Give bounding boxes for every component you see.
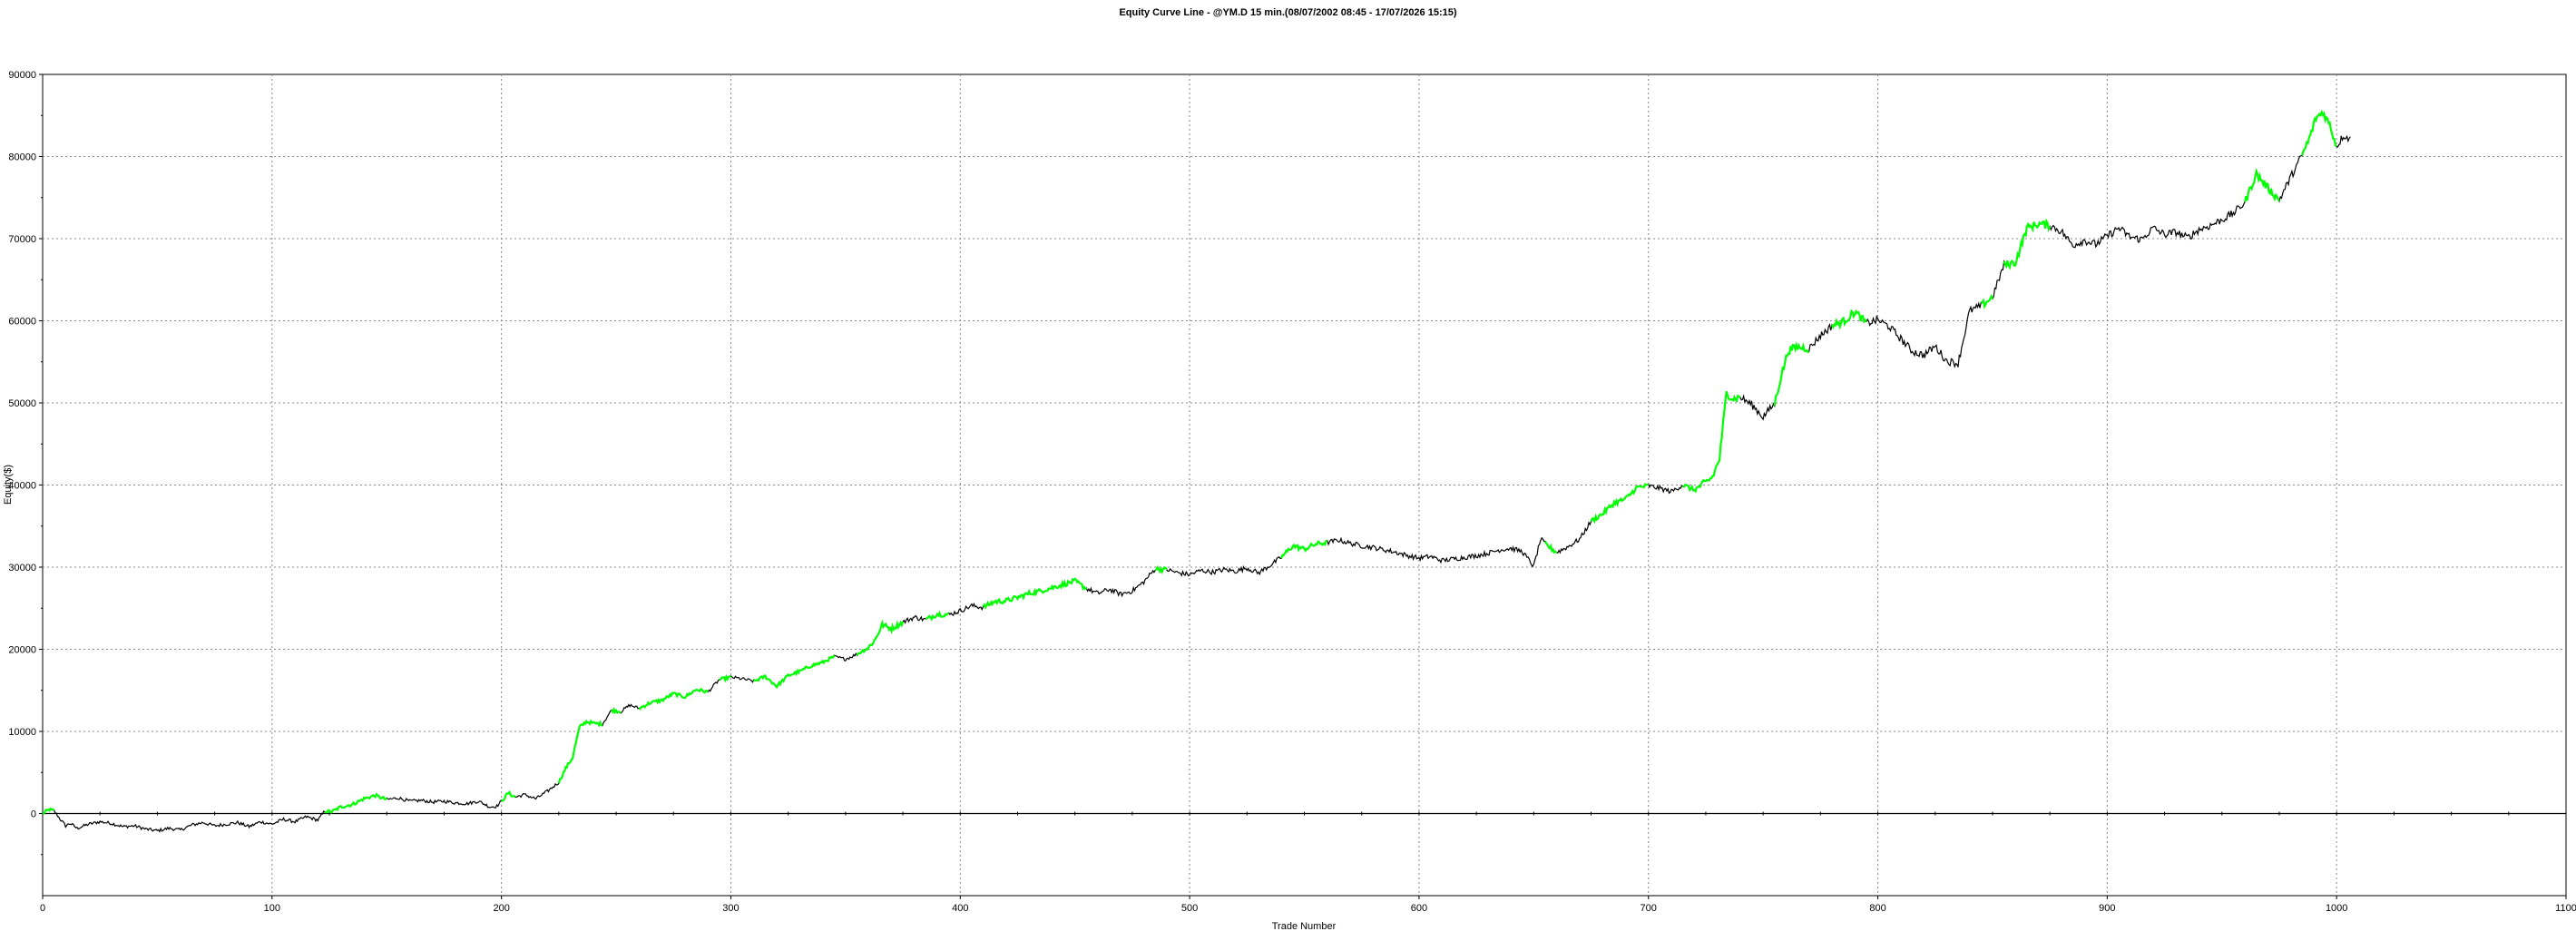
x-tick-label: 600 xyxy=(1411,903,1427,914)
y-tick-label: 20000 xyxy=(8,645,36,656)
x-tick-label: 200 xyxy=(493,903,509,914)
x-tick-label: 400 xyxy=(952,903,968,914)
x-tick-label: 300 xyxy=(722,903,739,914)
x-axis-label: Trade Number xyxy=(1272,921,1337,932)
y-tick-label: 50000 xyxy=(8,398,36,409)
x-tick-label: 500 xyxy=(1181,903,1198,914)
y-tick-label: 0 xyxy=(31,809,36,820)
y-tick-label: 30000 xyxy=(8,563,36,574)
x-tick-label: 900 xyxy=(2099,903,2115,914)
y-tick-label: 60000 xyxy=(8,317,36,328)
x-tick-label: 1000 xyxy=(2326,903,2347,914)
equity-curve-chart: 0 100 200 300 400 500 600 700 800 900 1000 1100 0 100… xyxy=(3,70,2576,932)
x-tick-label: 0 xyxy=(40,903,45,914)
x-tick-label: 700 xyxy=(1641,903,1657,914)
x-tick-label: 100 xyxy=(264,903,280,914)
y-axis-label: Equity($) xyxy=(3,465,14,505)
y-tick-label: 70000 xyxy=(8,234,36,245)
y-tick-label: 80000 xyxy=(8,152,36,163)
y-tick-label: 10000 xyxy=(8,727,36,738)
y-tick-label: 90000 xyxy=(8,70,36,81)
x-tick-label: 1100 xyxy=(2555,903,2576,914)
x-tick-label: 800 xyxy=(1869,903,1885,914)
